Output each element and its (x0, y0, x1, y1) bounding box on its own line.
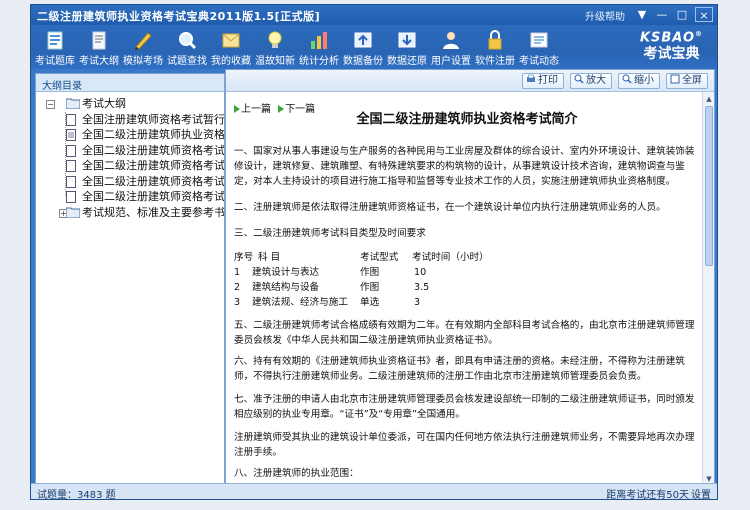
paragraph-7: 七、准予注册的申请人由北京市注册建筑师管理委员会核发建设部统一印制的二级注册建筑… (234, 394, 695, 420)
table-row: 2 建筑结构与设备 作图 3.5 (234, 282, 430, 293)
document-icon (66, 175, 76, 188)
ksbao-logo: KSBAO® 考试宝典 (639, 30, 703, 63)
folder-icon (66, 98, 80, 109)
toolbar-statistics[interactable]: 统计分析 (297, 27, 341, 67)
close-button[interactable]: × (695, 7, 713, 22)
mock-exam-icon (135, 32, 152, 50)
tree-item[interactable]: 全国二级注册建筑师资格考试大 (42, 143, 224, 159)
minimize-button[interactable]: — (653, 7, 671, 22)
toolbar-restore[interactable]: 数据还原 (385, 27, 429, 67)
statistics-icon (311, 32, 327, 49)
toolbar-user-settings[interactable]: 用户设置 (429, 27, 473, 67)
tree-item[interactable]: + 考试规范、标准及主要参考书目 (42, 205, 224, 221)
paragraph-8: 注册建筑师受其执业的建筑设计单位委派，可在国内任何地方依法执行注册建筑师业务，不… (234, 432, 695, 458)
document-title: 全国二级注册建筑师执业资格考试简介 (356, 112, 578, 127)
toolbar-syllabus[interactable]: 考试大纲 (77, 27, 121, 67)
document-icon (66, 113, 76, 126)
zoom-out-icon (622, 74, 632, 84)
collapse-icon[interactable]: − (46, 100, 55, 109)
user-settings-icon (443, 32, 459, 49)
tree-panel-header: 大纲目录 (36, 74, 224, 92)
zoom-in-button[interactable]: 放大 (570, 73, 612, 89)
tree-item[interactable]: 全国注册建筑师资格考试暂行规 (42, 112, 224, 128)
document-toolbar: 打印 放大 缩小 全屏 (226, 70, 714, 92)
upgrade-help-link[interactable]: 升级帮助 (585, 8, 625, 23)
main-toolbar: 考试题库 考试大纲 模拟考场 试题查找 我的收藏 温故知新 统计分析 数据备份 (31, 25, 717, 69)
print-button[interactable]: 打印 (522, 73, 564, 89)
document-icon (66, 160, 76, 172)
scroll-up-icon[interactable]: ▲ (705, 94, 713, 104)
tree-item-selected[interactable]: 全国二级注册建筑师执业资格考 (42, 127, 224, 143)
search-icon (179, 32, 197, 50)
question-bank-icon (47, 31, 63, 50)
status-bar: 试题量：3483 题 距离考试还有50天 设置 (31, 483, 717, 501)
tree-item[interactable]: 全国二级注册建筑师资格考试报名时 (42, 158, 224, 174)
review-icon (268, 31, 282, 48)
printer-icon (527, 74, 535, 82)
backup-icon (354, 32, 372, 48)
toolbar-mock-exam[interactable]: 模拟考场 (121, 27, 165, 67)
syllabus-tree-panel: 大纲目录 − 考试大纲 全国注册建筑师资格考试暂行规 全国二级注册建筑师执业资格… (35, 73, 225, 485)
syllabus-tree: − 考试大纲 全国注册建筑师资格考试暂行规 全国二级注册建筑师执业资格考 全国二… (36, 92, 224, 220)
document-icon (66, 129, 76, 141)
scrollbar-thumb[interactable] (705, 106, 713, 266)
toolbar-review[interactable]: 温故知新 (253, 27, 297, 67)
news-icon (530, 32, 548, 48)
maximize-button[interactable]: □ (673, 7, 691, 22)
settings-link[interactable]: 设置 (691, 486, 711, 501)
tree-item-root[interactable]: − 考试大纲 (42, 96, 224, 112)
tree-item[interactable]: 全国二级注册建筑师资格考试时 (42, 174, 224, 190)
paragraph-5: 五、二级注册建筑师考试合格成绩有效期为二年。在有效期内全部科目考试合格的，由北京… (234, 320, 695, 346)
document-panel: 打印 放大 缩小 全屏 上一篇 下一篇 全国二级注册建筑师执业资格考试简介 一、… (225, 69, 715, 487)
window-title: 二级注册建筑师执业资格考试宝典2011版1.5[正式版] (37, 10, 321, 23)
exam-countdown: 距离考试还有50天 (606, 490, 689, 501)
zoom-out-button[interactable]: 缩小 (618, 73, 660, 89)
paragraph-6: 六、持有有效期的《注册建筑师执业资格证书》者，即具有申请注册的资格。未经注册，不… (234, 356, 685, 382)
toolbar-exam-news[interactable]: 考试动态 (517, 27, 561, 67)
paragraph-2: 二、注册建筑师是依法取得注册建筑师资格证书，在一个建筑设计单位内执行注册建筑师业… (234, 202, 666, 213)
toolbar-register[interactable]: 软件注册 (473, 27, 517, 67)
document-icon (66, 191, 76, 203)
fullscreen-button[interactable]: 全屏 (666, 73, 708, 89)
fullscreen-icon (670, 74, 680, 84)
toolbar-question-bank[interactable]: 考试题库 (33, 27, 77, 67)
toolbar-backup[interactable]: 数据备份 (341, 27, 385, 67)
toolbar-question-search[interactable]: 试题查找 (165, 27, 209, 67)
document-icon (66, 144, 76, 157)
menu-dropdown-button[interactable]: ▼ (633, 7, 651, 22)
table-row: 1 建筑设计与表达 作图 10 (234, 267, 427, 278)
document-scrollbar[interactable]: ▲ ▼ (702, 92, 714, 486)
paragraph-1: 一、国家对从事人事建设与生产服务的各种民用与工业房屋及群体的综合设计、室内外环境… (234, 146, 695, 187)
tree-item[interactable]: 全国二级注册建筑师资格考试时间与 (42, 189, 224, 205)
zoom-in-icon (574, 74, 584, 84)
table-header-row: 序号 科 目 考试型式 考试时间（小时） (234, 252, 489, 263)
register-icon (488, 30, 502, 50)
paragraph-9: 八、注册建筑师的执业范围： (234, 468, 359, 479)
question-count: 试题量：3483 题 (37, 490, 116, 501)
title-bar: 二级注册建筑师执业资格考试宝典2011版1.5[正式版] 升级帮助 ▼ — □ … (31, 5, 717, 25)
table-row: 3 建筑法规、经济与施工 单选 3 (234, 297, 421, 308)
toolbar-favorites[interactable]: 我的收藏 (209, 27, 253, 67)
folder-icon (66, 207, 80, 218)
syllabus-icon (92, 31, 106, 50)
exam-subjects-table: 序号 科 目 考试型式 考试时间（小时） 1 建筑设计与表达 作图 10 2 建… (234, 250, 534, 310)
favorites-icon (222, 33, 240, 48)
paragraph-3: 三、二级注册建筑师考试科目类型及时间要求 (234, 228, 426, 239)
restore-icon (398, 32, 416, 48)
document-content: 上一篇 下一篇 全国二级注册建筑师执业资格考试简介 一、国家对从事人事建设与生产… (232, 96, 702, 484)
app-window: 二级注册建筑师执业资格考试宝典2011版1.5[正式版] 升级帮助 ▼ — □ … (30, 4, 718, 501)
